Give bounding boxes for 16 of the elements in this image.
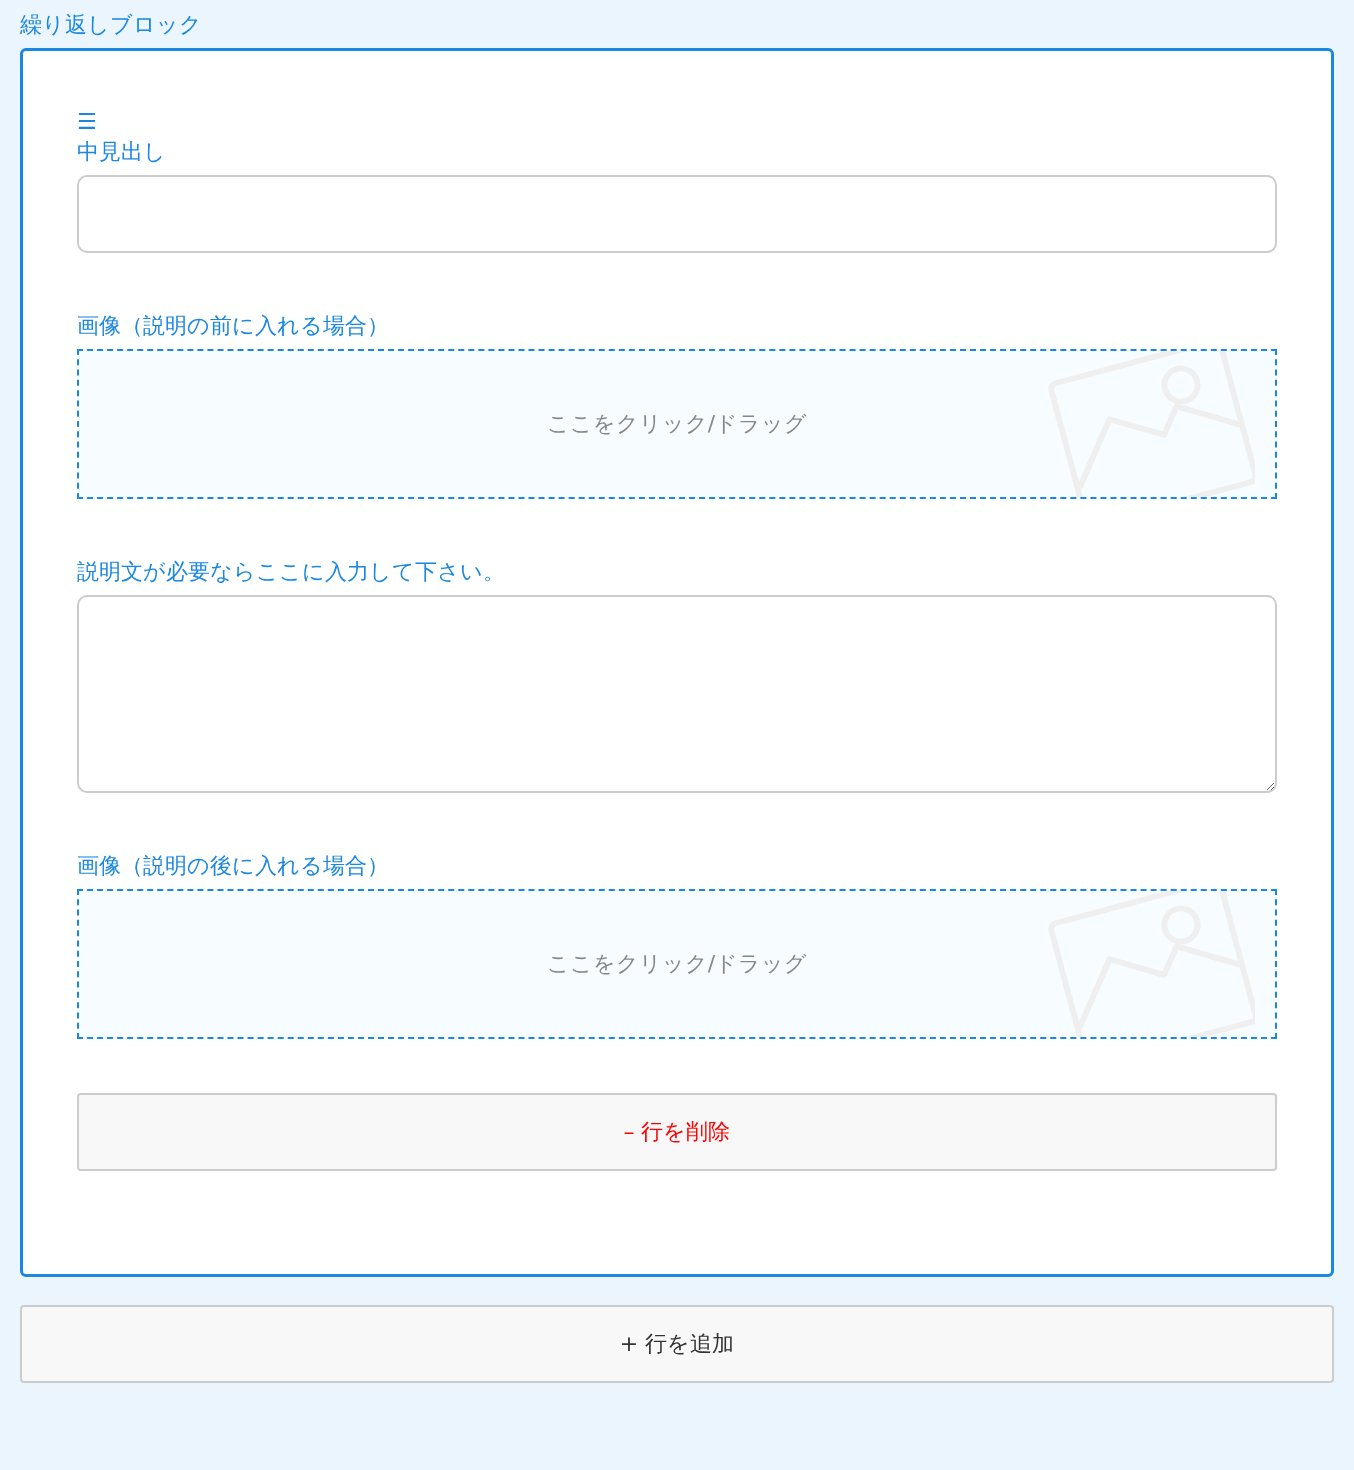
field-label: 中見出し bbox=[77, 138, 166, 166]
image-drop-zone[interactable]: ここをクリック/ドラッグ bbox=[77, 889, 1277, 1039]
drop-prompt: ここをクリック/ドラッグ bbox=[546, 410, 808, 438]
image-placeholder-icon bbox=[1045, 891, 1255, 1037]
field-label: 画像（説明の前に入れる場合） bbox=[77, 312, 389, 340]
field-label: 画像（説明の後に入れる場合） bbox=[77, 852, 389, 880]
text-area[interactable] bbox=[77, 595, 1277, 793]
delete-row-button[interactable]: – 行を削除 bbox=[77, 1093, 1277, 1171]
block-title: 繰り返しブロック bbox=[20, 11, 203, 39]
drag-handle[interactable]: ☰ bbox=[77, 107, 97, 137]
add-row-button[interactable]: + 行を追加 bbox=[20, 1305, 1334, 1383]
image-placeholder-icon bbox=[1045, 351, 1255, 497]
image-drop-zone[interactable]: ここをクリック/ドラッグ bbox=[77, 349, 1277, 499]
field-label: 説明文が必要ならここに入力して下さい。 bbox=[77, 558, 505, 586]
drop-prompt: ここをクリック/ドラッグ bbox=[546, 950, 808, 978]
input-field[interactable] bbox=[77, 175, 1277, 253]
